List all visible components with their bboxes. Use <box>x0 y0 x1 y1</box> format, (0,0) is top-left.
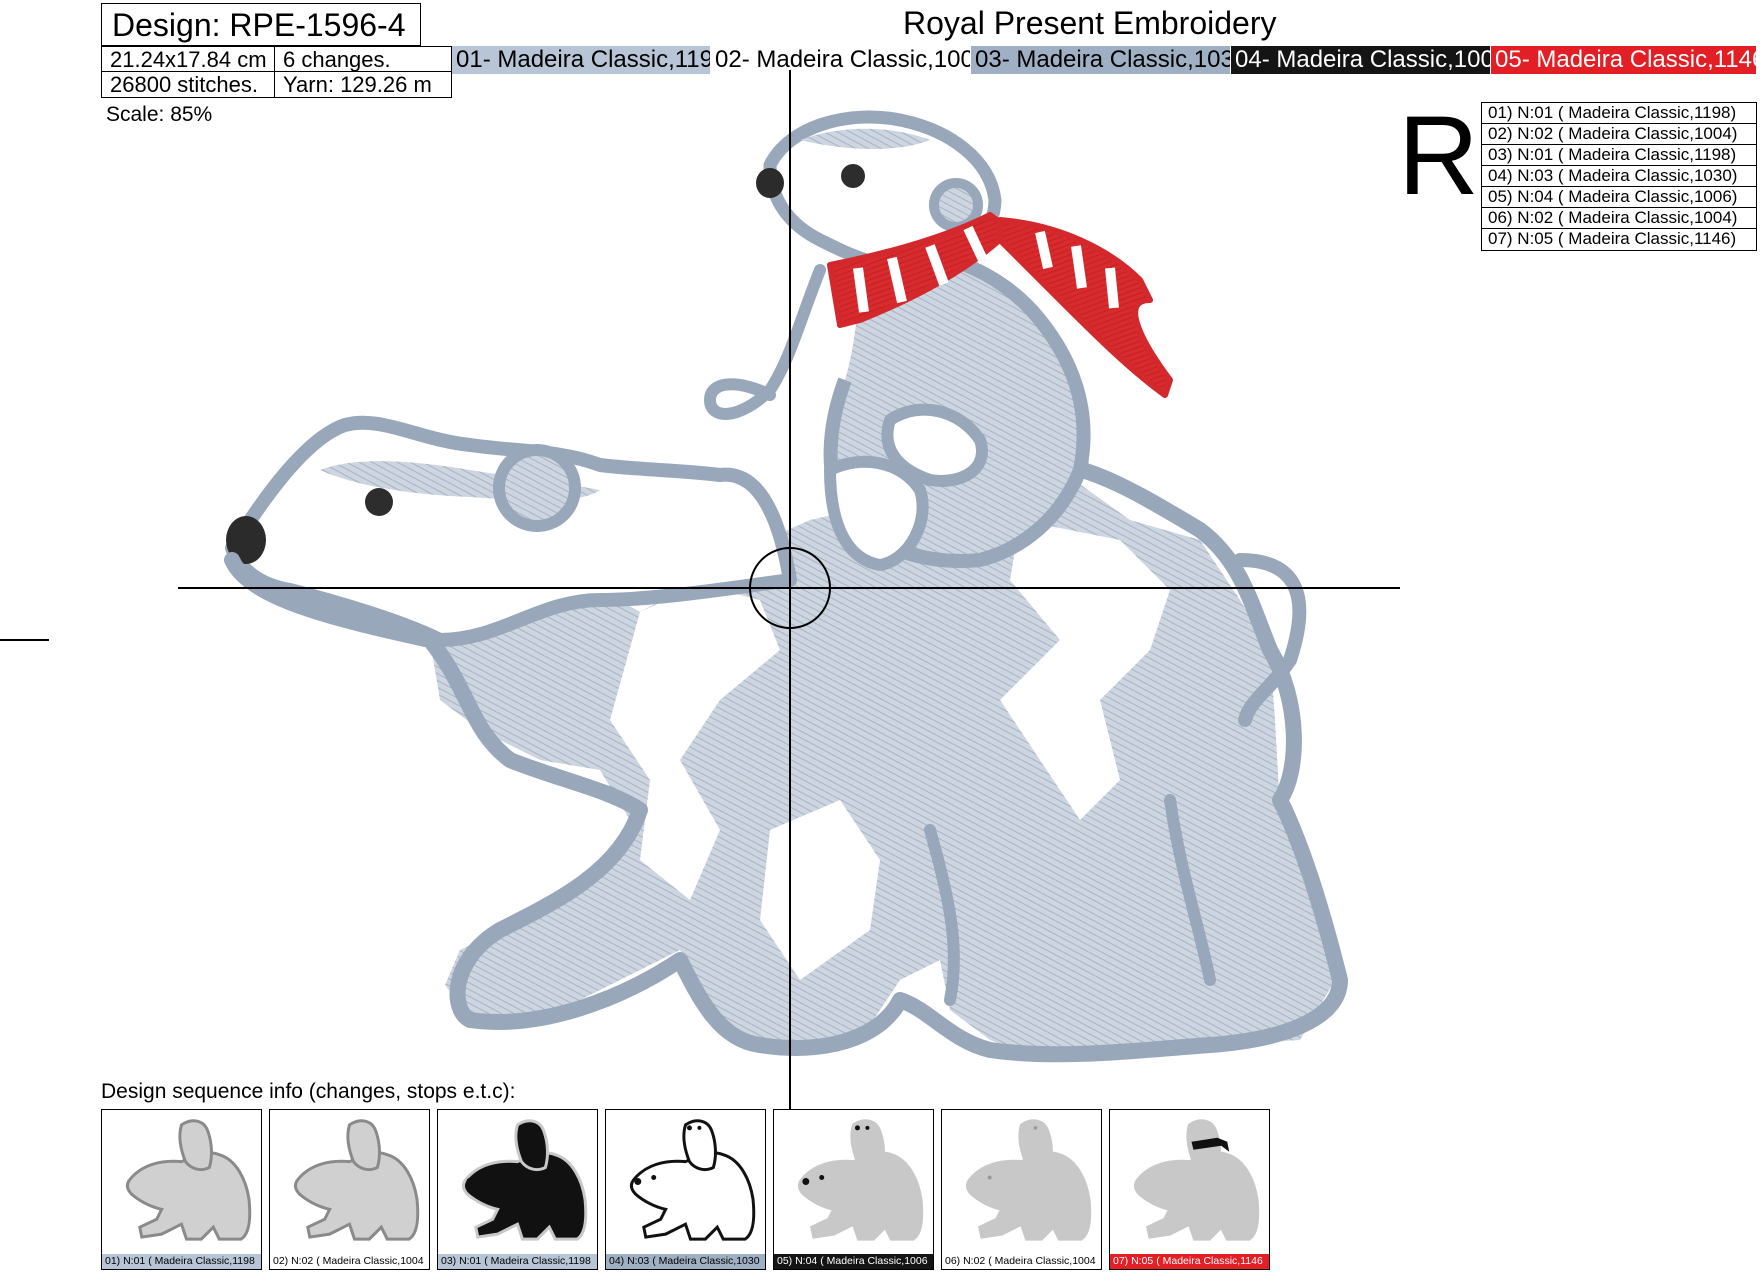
thumbnail-2[interactable]: 02) N:02 ( Madeira Classic,1004 <box>269 1109 430 1270</box>
cub-paw <box>881 403 988 487</box>
thumbnail-cub-eye <box>529 1125 534 1130</box>
thumbnail-5[interactable]: 05) N:04 ( Madeira Classic,1006 <box>773 1109 934 1270</box>
thumbnail-bear <box>461 1119 588 1241</box>
thumbnail-cub-nose <box>854 1125 860 1131</box>
thumbnail-4[interactable]: 04) N:03 ( Madeira Classic,1030 <box>605 1109 766 1270</box>
thumbnail-label: 02) N:02 ( Madeira Classic,1004 <box>270 1254 429 1269</box>
cub-nose <box>756 168 784 198</box>
thumbnail-cub-nose <box>686 1125 692 1131</box>
thumbnail-cub-eye <box>865 1125 870 1130</box>
thumbnail-label: 03) N:01 ( Madeira Classic,1198 <box>438 1254 597 1269</box>
sequence-info-title: Design sequence info (changes, stops e.t… <box>101 1080 516 1103</box>
thumbnail-cub-body <box>178 1119 213 1172</box>
cub-arm <box>703 264 826 420</box>
thumbnail-eye <box>483 1175 489 1181</box>
thumbnail-bear <box>797 1119 924 1241</box>
thumbnail-eye <box>651 1175 657 1181</box>
scarf-stripe <box>1071 245 1087 289</box>
thumbnail-bear <box>293 1119 420 1241</box>
thumbnail-1[interactable]: 01) N:01 ( Madeira Classic,1198 <box>101 1109 262 1270</box>
thumbnail-label: 05) N:04 ( Madeira Classic,1006 <box>774 1254 933 1269</box>
thumbnail-3[interactable]: 03) N:01 ( Madeira Classic,1198 <box>437 1109 598 1270</box>
thumbnail-bear <box>1133 1119 1260 1241</box>
thumbnail-cub-eye <box>697 1125 702 1130</box>
scarf-stripe <box>1105 267 1119 309</box>
thumbnail-bear <box>125 1119 252 1241</box>
thumbnail-bear <box>965 1119 1092 1241</box>
big-bear <box>224 415 1348 1063</box>
thumbnail-nose <box>634 1178 642 1185</box>
thumbnail-bear <box>629 1119 756 1241</box>
thumbnail-7[interactable]: 07) N:05 ( Madeira Classic,1146 <box>1109 1109 1270 1270</box>
big-bear-eye <box>365 488 393 516</box>
thumbnail-cub-eye <box>1033 1126 1038 1130</box>
thumbnail-6[interactable]: 06) N:02 ( Madeira Classic,1004 <box>941 1109 1102 1270</box>
thumbnail-nose <box>802 1178 810 1185</box>
thumbnail-nose <box>466 1178 474 1185</box>
scarf-stripe <box>853 267 869 313</box>
thumbnail-eye <box>987 1175 992 1180</box>
thumbnail-eye <box>819 1175 825 1181</box>
thumbnail-label: 07) N:05 ( Madeira Classic,1146 <box>1110 1254 1269 1269</box>
thumbnail-label: 01) N:01 ( Madeira Classic,1198 <box>102 1254 261 1269</box>
cub-eye <box>841 164 865 188</box>
thumbnail-label: 04) N:03 ( Madeira Classic,1030 <box>606 1254 765 1269</box>
thumbnail-label: 06) N:02 ( Madeira Classic,1004 <box>942 1254 1101 1269</box>
big-bear-ear <box>493 444 581 532</box>
thumbnail-cub-body <box>346 1119 381 1172</box>
thumbnail-cub-nose <box>518 1125 524 1131</box>
